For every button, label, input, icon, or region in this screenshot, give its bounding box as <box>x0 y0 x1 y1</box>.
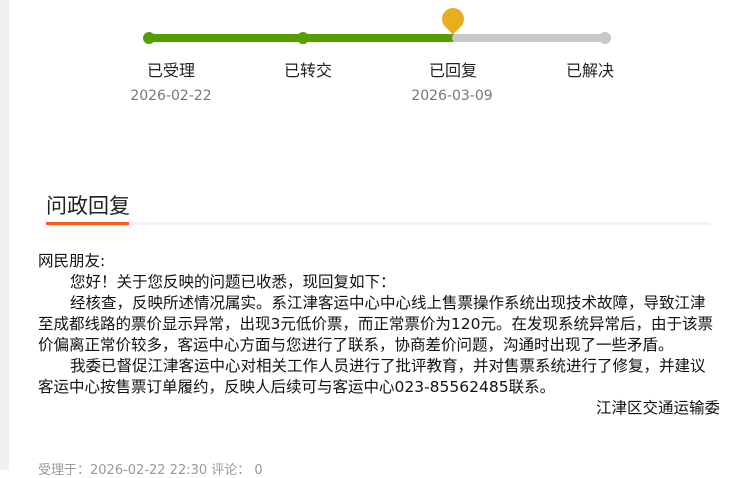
step-label: 已转交 <box>283 61 332 80</box>
step-date: 2026-03-09 <box>411 88 493 104</box>
step-dot-transferred <box>297 32 309 44</box>
section-title: 问政回复 <box>46 194 130 218</box>
section-underline <box>46 222 710 225</box>
left-gutter <box>0 0 9 470</box>
reply-content: 网民朋友: 您好！关于您反映的问题已收悉，现回复如下： 经核查，反映所述情况属实… <box>38 251 720 419</box>
reply-paragraph: 您好！关于您反映的问题已收悉，现回复如下： <box>70 273 396 291</box>
step-dot-accepted <box>143 32 155 44</box>
reply-greeting: 网民朋友: <box>38 252 106 270</box>
step-label: 已回复 <box>428 61 477 80</box>
progress-pending-track <box>452 34 610 42</box>
reply-signature: 江津区交通运输委 <box>595 399 720 417</box>
step-label: 已受理 <box>146 61 195 80</box>
current-step-pin-icon <box>437 3 469 35</box>
reply-paragraph: 经核查，反映所述情况属实。系江津客运中心中心线上售票操作系统出现技术故障，导致江… <box>38 294 713 354</box>
reply-paragraph: 我委已督促江津客运中心对相关工作人员进行了批评教育，并对售票系统进行了修复，并建… <box>38 357 706 396</box>
reply-meta: 受理于：2026-02-22 22:30 评论： 0 <box>38 463 263 478</box>
step-dot-resolved <box>599 32 611 44</box>
step-date: 2026-02-22 <box>130 88 212 104</box>
step-label: 已解决 <box>565 61 614 80</box>
